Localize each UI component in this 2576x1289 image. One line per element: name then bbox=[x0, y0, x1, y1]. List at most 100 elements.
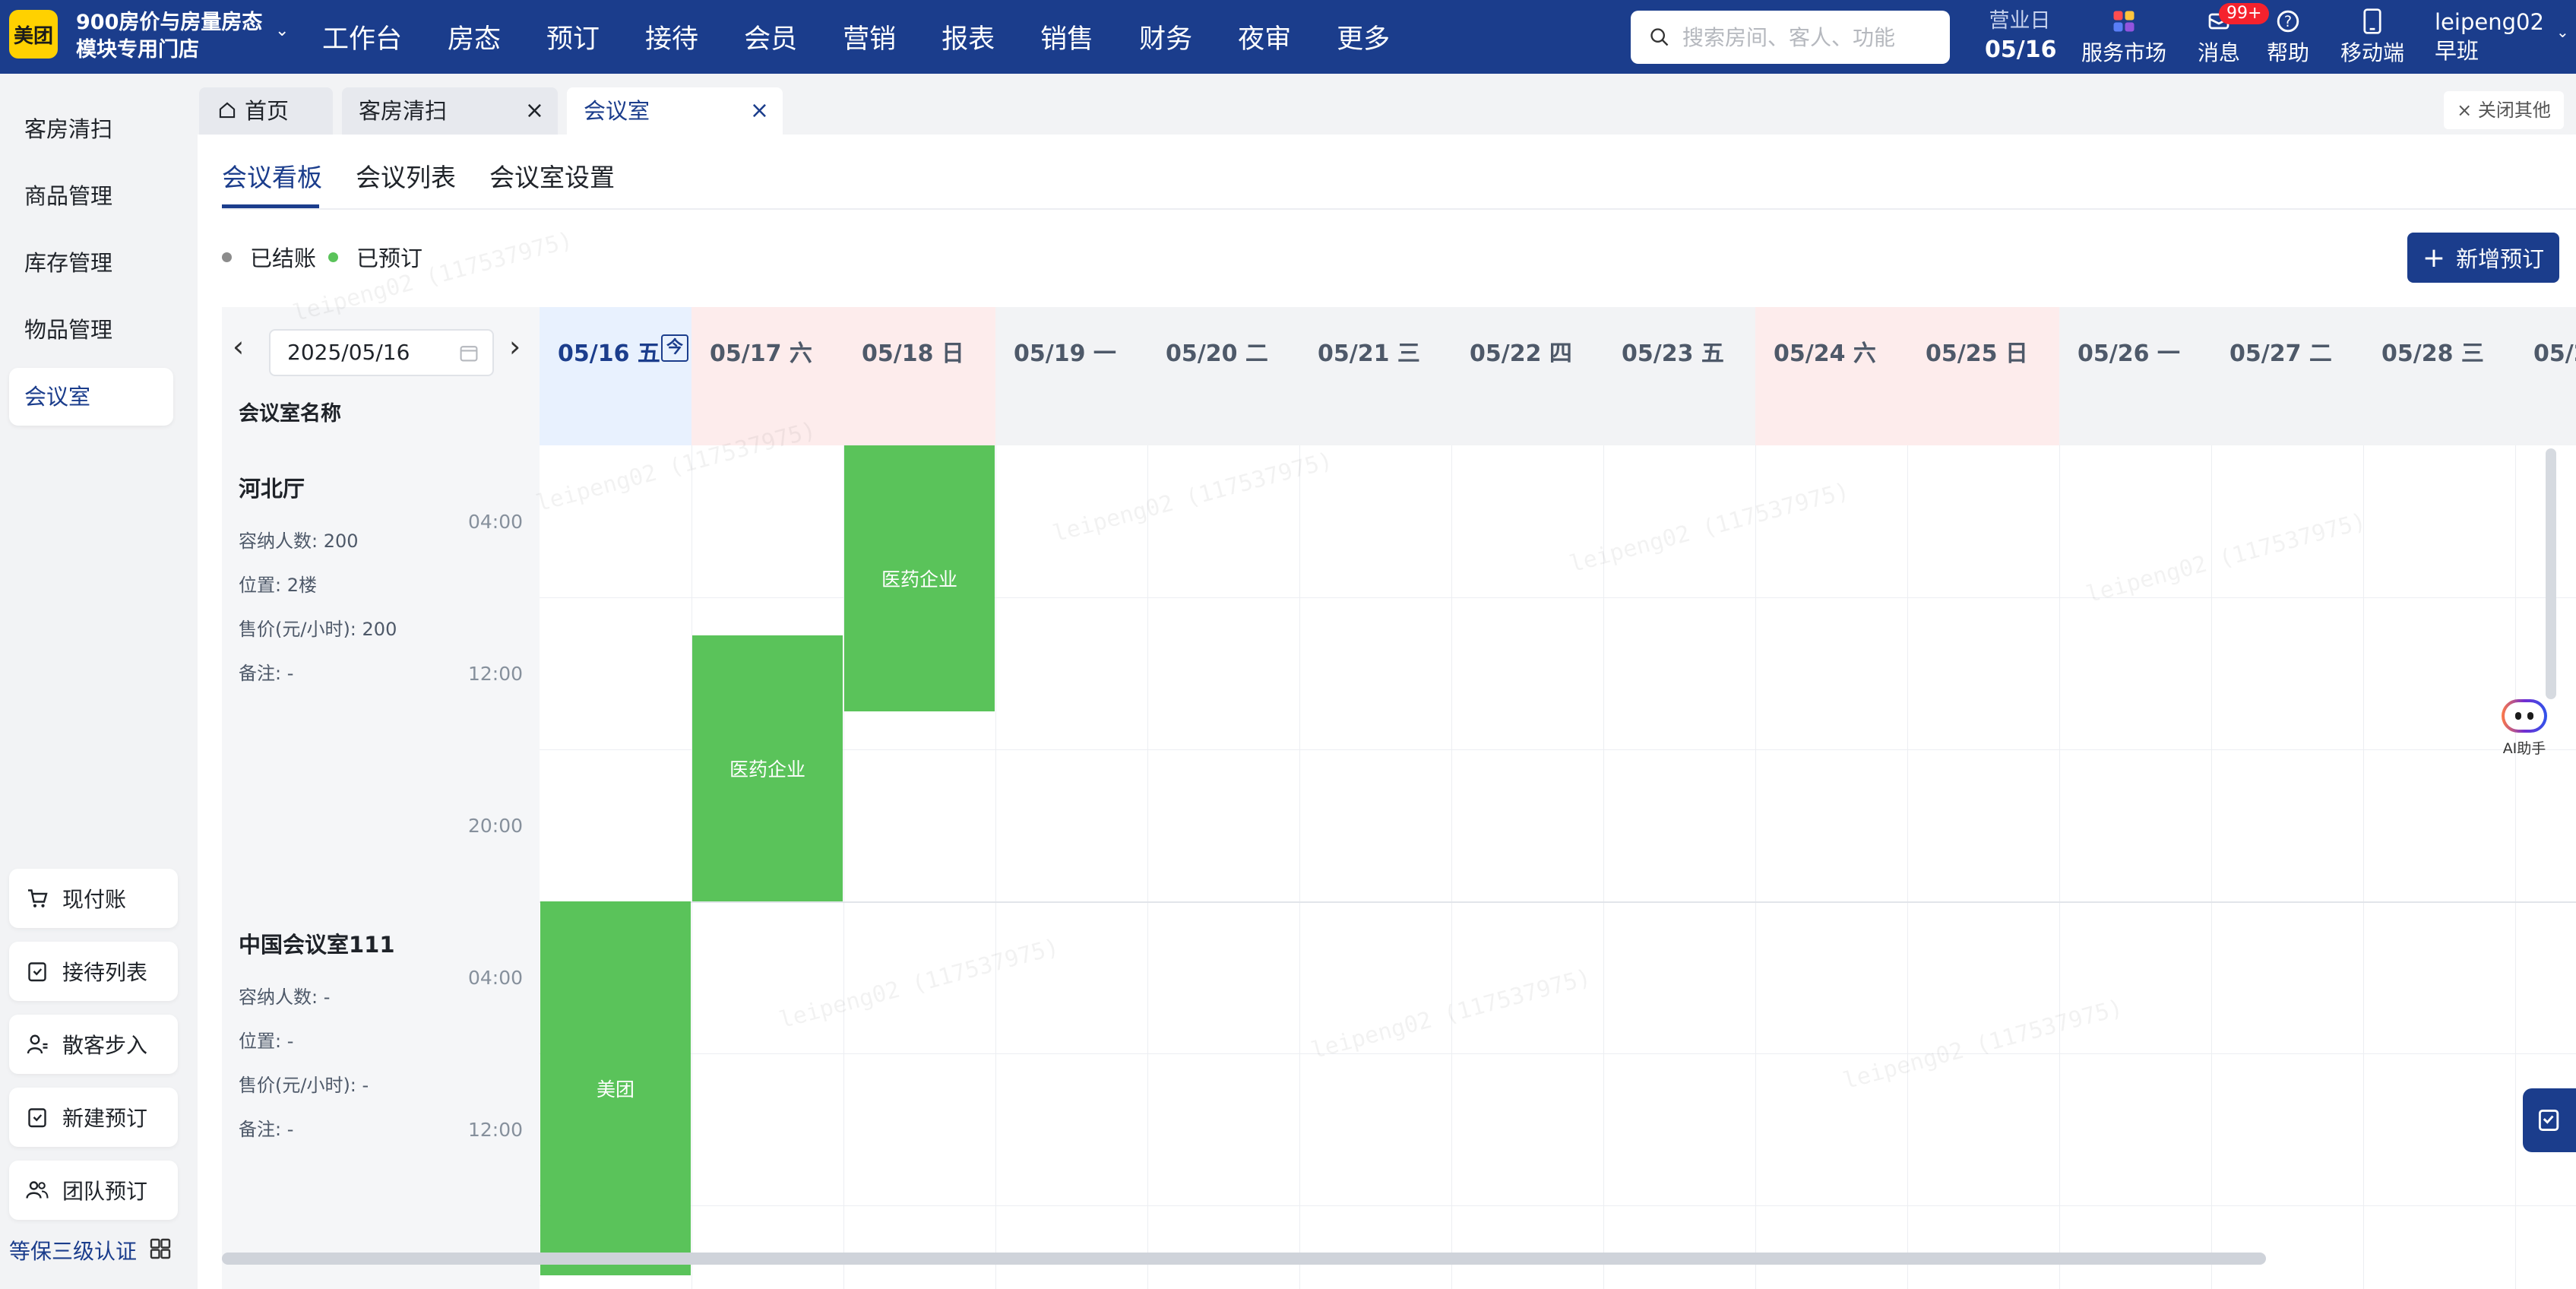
nav-more[interactable]: 更多 bbox=[1337, 17, 1390, 56]
tab-home[interactable]: 首页 bbox=[199, 87, 333, 135]
nav-finance[interactable]: 财务 bbox=[1139, 17, 1192, 56]
grid-column-line bbox=[2515, 445, 2516, 1289]
mobile-phone-icon bbox=[2363, 8, 2381, 34]
nav-sales[interactable]: 销售 bbox=[1040, 17, 1093, 56]
date-picker[interactable]: 2025/05/16 bbox=[269, 329, 494, 376]
time-label: 20:00 bbox=[467, 815, 523, 837]
clipboard-check-icon bbox=[28, 1108, 46, 1128]
legend-booked: 已预订 bbox=[328, 241, 422, 273]
subtab-meeting-list[interactable]: 会议列表 bbox=[356, 157, 456, 194]
grid-column-line bbox=[1603, 445, 1604, 1289]
date-value: 2025/05/16 bbox=[287, 340, 410, 365]
sidebar-item-room-cleaning[interactable]: 客房清扫 bbox=[9, 100, 173, 158]
nav-marketing[interactable]: 营销 bbox=[843, 17, 896, 56]
help-button[interactable]: ? 帮助 bbox=[2261, 6, 2315, 67]
quick-reception-list[interactable]: 接待列表 bbox=[9, 942, 178, 1001]
service-market-button[interactable]: 服务市场 bbox=[2074, 6, 2173, 67]
help-label: 帮助 bbox=[2266, 40, 2309, 65]
grid-row-line bbox=[540, 1205, 2576, 1206]
checklist-icon bbox=[2538, 1109, 2559, 1132]
day-header: 05/18 日 bbox=[843, 307, 995, 445]
security-certification-link[interactable]: 等保三级认证 bbox=[9, 1235, 137, 1265]
quick-label: 团队预订 bbox=[62, 1179, 148, 1204]
day-header: 05/21 三 bbox=[1318, 340, 1420, 367]
grid-row-line bbox=[540, 749, 2576, 750]
nav-workbench[interactable]: 工作台 bbox=[322, 17, 402, 56]
apps-icon bbox=[2113, 11, 2135, 32]
divider bbox=[222, 208, 2576, 210]
store-switcher[interactable]: 900房价与房量房态 模块专用门店 bbox=[76, 9, 262, 64]
nav-room-status[interactable]: 房态 bbox=[448, 17, 501, 56]
grid-row-line bbox=[540, 1053, 2576, 1054]
calendar-icon bbox=[460, 346, 478, 362]
day-header: 05/28 三 bbox=[2381, 340, 2484, 367]
tab-meeting-room[interactable]: 会议室 × bbox=[567, 87, 783, 135]
float-task-button[interactable] bbox=[2523, 1088, 2576, 1152]
booking-block[interactable]: 医药企业 bbox=[692, 635, 843, 901]
day-header: 05/20 二 bbox=[1166, 340, 1268, 367]
vertical-scrollbar[interactable] bbox=[2546, 448, 2556, 699]
meituan-logo: 美团 bbox=[9, 10, 58, 59]
ai-helper-label: AI助手 bbox=[2502, 740, 2546, 757]
booking-block[interactable]: 美团 bbox=[540, 901, 691, 1275]
sidebar-item-goods[interactable]: 商品管理 bbox=[9, 167, 173, 225]
room-name: 河北厅 bbox=[239, 476, 305, 502]
quick-new-reservation[interactable]: 新建预订 bbox=[9, 1088, 178, 1147]
time-label: 12:00 bbox=[467, 663, 523, 685]
quick-label: 散客步入 bbox=[62, 1033, 148, 1058]
svg-text:?: ? bbox=[2284, 13, 2292, 30]
mobile-button[interactable]: 移动端 bbox=[2331, 6, 2413, 67]
grid-column-line bbox=[1451, 445, 1452, 1289]
quick-label: 现付账 bbox=[62, 887, 127, 912]
messages-button[interactable]: 99+ 消息 bbox=[2188, 3, 2270, 67]
sidebar-item-meeting-room[interactable]: 会议室 bbox=[9, 368, 173, 426]
tab-label: 会议室 bbox=[584, 98, 650, 124]
booking-block[interactable]: 医药企业 bbox=[844, 445, 995, 711]
chevron-left-icon[interactable]: ‹ bbox=[233, 330, 244, 363]
close-others-button[interactable]: × 关闭其他 bbox=[2444, 91, 2564, 129]
day-header: 05/23 五 bbox=[1622, 340, 1724, 367]
quick-walk-in[interactable]: 散客步入 bbox=[9, 1015, 178, 1074]
room-location: 位置: 2楼 bbox=[239, 575, 317, 596]
user-menu[interactable]: leipeng02 早班 bbox=[2435, 8, 2544, 65]
main-panel: 会议看板 会议列表 会议室设置 已结账 已预订 + 新增预订 ‹ 2025/05… bbox=[198, 135, 2576, 1289]
time-label: 04:00 bbox=[467, 511, 523, 533]
business-date: 营业日 05/16 bbox=[1985, 8, 2056, 65]
legend-checked-out: 已结账 bbox=[222, 241, 316, 273]
horizontal-scrollbar[interactable] bbox=[222, 1253, 2266, 1265]
nav-reports[interactable]: 报表 bbox=[941, 17, 995, 56]
quick-cash-payment[interactable]: 现付账 bbox=[9, 869, 178, 928]
chevron-right-icon[interactable]: › bbox=[509, 330, 521, 363]
subtab-meeting-room-settings[interactable]: 会议室设置 bbox=[489, 157, 615, 194]
ai-helper-button[interactable]: AI助手 bbox=[2500, 699, 2549, 758]
close-icon[interactable]: × bbox=[750, 87, 769, 135]
tab-room-cleaning[interactable]: 客房清扫 × bbox=[342, 87, 558, 135]
room-price: 售价(元/小时): 200 bbox=[239, 619, 397, 640]
grid-icon[interactable] bbox=[149, 1237, 172, 1260]
add-reservation-button[interactable]: + 新增预订 bbox=[2407, 233, 2559, 283]
chevron-down-icon[interactable]: ⌄ bbox=[275, 21, 289, 40]
chevron-down-icon[interactable]: ⌄ bbox=[2556, 23, 2569, 41]
global-search[interactable] bbox=[1631, 11, 1950, 64]
nav-reservation[interactable]: 预订 bbox=[546, 17, 600, 56]
quick-group-reservation[interactable]: 团队预订 bbox=[9, 1161, 178, 1220]
nav-reception[interactable]: 接待 bbox=[645, 17, 698, 56]
search-input[interactable] bbox=[1682, 24, 1941, 50]
nav-night-audit[interactable]: 夜审 bbox=[1238, 17, 1291, 56]
mobile-label: 移动端 bbox=[2340, 40, 2404, 65]
nav-member[interactable]: 会员 bbox=[744, 17, 797, 56]
messages-label: 消息 bbox=[2197, 40, 2240, 65]
subtab-meeting-board[interactable]: 会议看板 bbox=[222, 157, 322, 194]
time-label: 04:00 bbox=[467, 967, 523, 989]
grid-column-line bbox=[2363, 445, 2364, 1289]
today-button[interactable]: 今 bbox=[661, 334, 688, 362]
day-header: 05/25 日 bbox=[1907, 307, 2059, 445]
room-price: 售价(元/小时): - bbox=[239, 1075, 369, 1096]
store-name-line1: 900房价与房量房态 bbox=[76, 11, 263, 34]
tab-label: 客房清扫 bbox=[359, 98, 448, 124]
room-location: 位置: - bbox=[239, 1031, 294, 1052]
close-icon[interactable]: × bbox=[525, 87, 544, 135]
sidebar-item-items[interactable]: 物品管理 bbox=[9, 301, 173, 359]
sidebar-item-inventory[interactable]: 库存管理 bbox=[9, 234, 173, 292]
grid-column-line bbox=[995, 445, 996, 1289]
